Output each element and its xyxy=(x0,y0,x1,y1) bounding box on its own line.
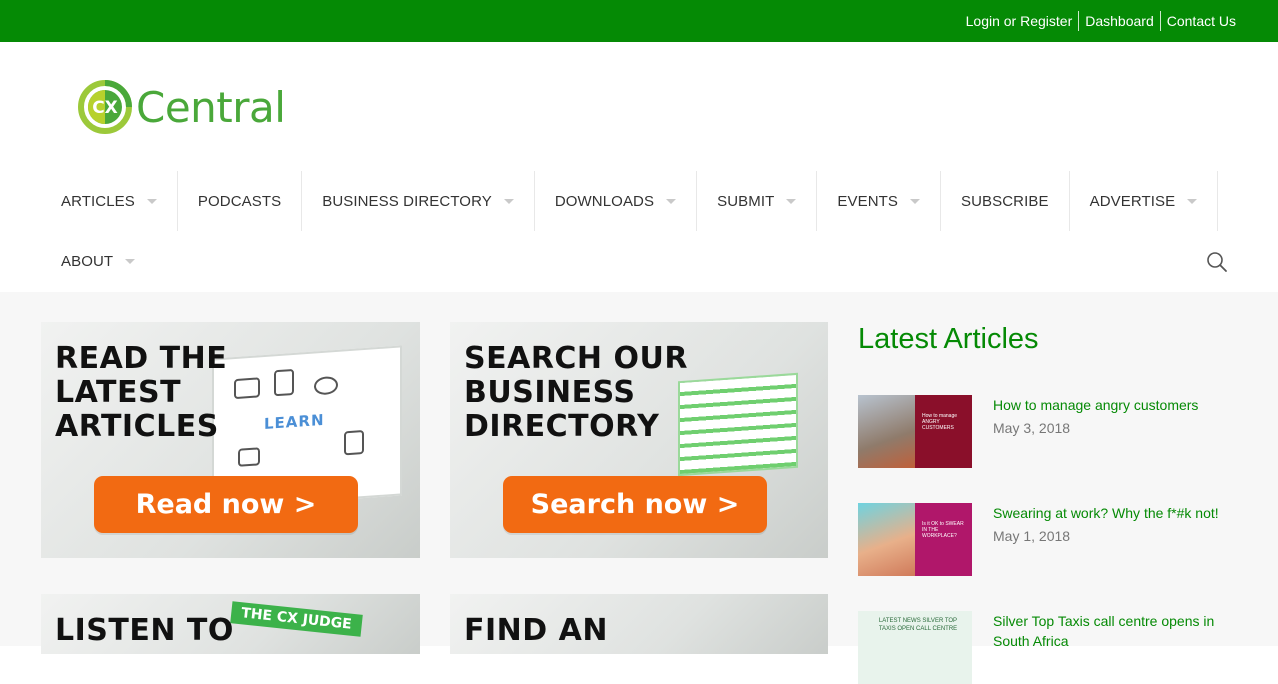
nav-item-events[interactable]: EVENTS xyxy=(817,171,941,231)
nav-item-about[interactable]: ABOUT xyxy=(41,231,155,291)
top-bar: Login or Register Dashboard Contact Us xyxy=(0,0,1278,42)
find-banner[interactable]: FIND AN xyxy=(450,594,828,654)
article-thumbnail: How to manage ANGRY CUSTOMERS xyxy=(858,395,972,468)
latest-articles-sidebar: Latest Articles How to manage ANGRY CUST… xyxy=(858,322,1238,684)
logo-text: Central xyxy=(136,82,286,132)
article-title-link[interactable]: How to manage angry customers xyxy=(993,395,1238,415)
nav-item-podcasts[interactable]: PODCASTS xyxy=(178,171,303,231)
article-item[interactable]: LATEST NEWS SILVER TOP TAXIS OPEN CALL C… xyxy=(858,611,1238,684)
search-icon[interactable] xyxy=(1206,251,1228,273)
nav-item-business-directory[interactable]: BUSINESS DIRECTORY xyxy=(302,171,535,231)
caret-down-icon xyxy=(786,199,797,204)
banner-heading: READ THE LATEST ARTICLES xyxy=(55,341,228,444)
read-articles-banner[interactable]: LEARN READ THE LATEST ARTICLES Read now … xyxy=(41,322,420,558)
nav-item-subscribe[interactable]: SUBSCRIBE xyxy=(941,171,1070,231)
caret-down-icon xyxy=(910,199,920,204)
caret-down-icon xyxy=(503,199,514,204)
nav-item-advertise[interactable]: ADVERTISE xyxy=(1070,171,1219,231)
article-thumbnail: Is it OK to SWEAR IN THE WORKPLACE? xyxy=(858,503,972,576)
divider xyxy=(1078,11,1080,31)
article-title-link[interactable]: Silver Top Taxis call centre opens in So… xyxy=(993,611,1238,651)
banner-heading: SEARCH OUR BUSINESS DIRECTORY xyxy=(464,341,688,444)
top-links: Login or Register Dashboard Contact Us xyxy=(960,0,1242,42)
main-nav: ARTICLES PODCASTS BUSINESS DIRECTORY DOW… xyxy=(41,171,1238,291)
cx-logo-icon: CX xyxy=(78,80,132,134)
banner-heading: LISTEN TO xyxy=(55,613,234,648)
caret-down-icon xyxy=(666,199,677,204)
svg-text:CX: CX xyxy=(92,98,118,118)
article-title-link[interactable]: Swearing at work? Why the f*#k not! xyxy=(993,503,1238,523)
article-item[interactable]: Is it OK to SWEAR IN THE WORKPLACE? Swea… xyxy=(858,503,1238,576)
site-logo[interactable]: CX Central xyxy=(78,80,286,134)
directory-form-image xyxy=(678,372,798,477)
contact-us-link[interactable]: Contact Us xyxy=(1161,11,1242,31)
banner-heading: FIND AN xyxy=(464,613,608,648)
divider xyxy=(1159,11,1161,31)
listen-podcasts-banner[interactable]: THE CX JUDGE LISTEN TO xyxy=(41,594,420,654)
sidebar-title: Latest Articles xyxy=(858,323,1039,355)
article-thumbnail: LATEST NEWS SILVER TOP TAXIS OPEN CALL C… xyxy=(858,611,972,684)
article-item[interactable]: How to manage ANGRY CUSTOMERS How to man… xyxy=(858,395,1238,468)
search-now-button[interactable]: Search now > xyxy=(503,476,767,533)
caret-down-icon xyxy=(125,259,136,264)
read-now-button[interactable]: Read now > xyxy=(94,476,358,533)
search-directory-banner[interactable]: SEARCH OUR BUSINESS DIRECTORY Search now… xyxy=(450,322,828,558)
nav-item-submit[interactable]: SUBMIT xyxy=(697,171,818,231)
login-register-link[interactable]: Login or Register xyxy=(960,11,1079,31)
caret-down-icon xyxy=(146,199,157,204)
dashboard-link[interactable]: Dashboard xyxy=(1079,11,1160,31)
article-date: May 3, 2018 xyxy=(993,420,1071,436)
nav-item-articles[interactable]: ARTICLES xyxy=(41,171,178,231)
article-date: May 1, 2018 xyxy=(993,528,1071,544)
caret-down-icon xyxy=(1187,199,1198,204)
nav-item-downloads[interactable]: DOWNLOADS xyxy=(535,171,698,231)
